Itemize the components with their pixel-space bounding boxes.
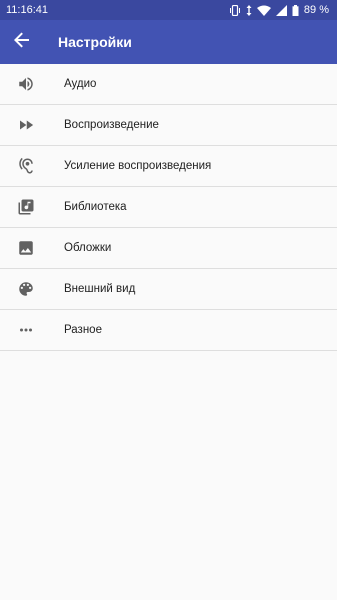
settings-item-covers[interactable]: Обложки (0, 228, 337, 269)
settings-item-label: Библиотека (64, 201, 127, 213)
more-horiz-icon (17, 321, 35, 339)
status-time: 11:16:41 (6, 4, 49, 16)
hearing-icon (17, 157, 35, 175)
status-icons: 89 % (229, 4, 329, 16)
app-bar: Настройки (0, 20, 337, 64)
settings-item-label: Обложки (64, 242, 112, 254)
settings-item-misc[interactable]: Разное (0, 310, 337, 351)
battery-icon (292, 4, 299, 16)
settings-item-appearance[interactable]: Внешний вид (0, 269, 337, 310)
settings-list: Аудио Воспроизведение Усиление воспроизв… (0, 64, 337, 351)
settings-item-label: Аудио (64, 78, 97, 90)
settings-item-label: Воспроизведение (64, 119, 159, 131)
wifi-icon (256, 5, 271, 16)
settings-item-playback[interactable]: Воспроизведение (0, 105, 337, 146)
settings-item-audio[interactable]: Аудио (0, 64, 337, 105)
battery-percent: 89 % (303, 4, 329, 16)
settings-item-replaygain[interactable]: Усиление воспроизведения (0, 146, 337, 187)
settings-item-label: Разное (64, 324, 102, 336)
back-button[interactable] (0, 20, 44, 64)
palette-icon (17, 280, 35, 298)
settings-item-label: Усиление воспроизведения (64, 160, 212, 172)
cell-signal-icon (275, 4, 287, 16)
page-title: Настройки (58, 34, 132, 50)
status-bar: 11:16:41 89 % (0, 0, 337, 20)
library-music-icon (17, 198, 35, 216)
vibrate-icon (229, 4, 241, 16)
settings-item-label: Внешний вид (64, 283, 136, 295)
arrow-back-icon (14, 32, 30, 53)
volume-icon (17, 75, 35, 93)
settings-item-library[interactable]: Библиотека (0, 187, 337, 228)
data-transfer-icon (246, 4, 252, 16)
fast-forward-icon (17, 116, 35, 134)
image-icon (17, 239, 35, 257)
